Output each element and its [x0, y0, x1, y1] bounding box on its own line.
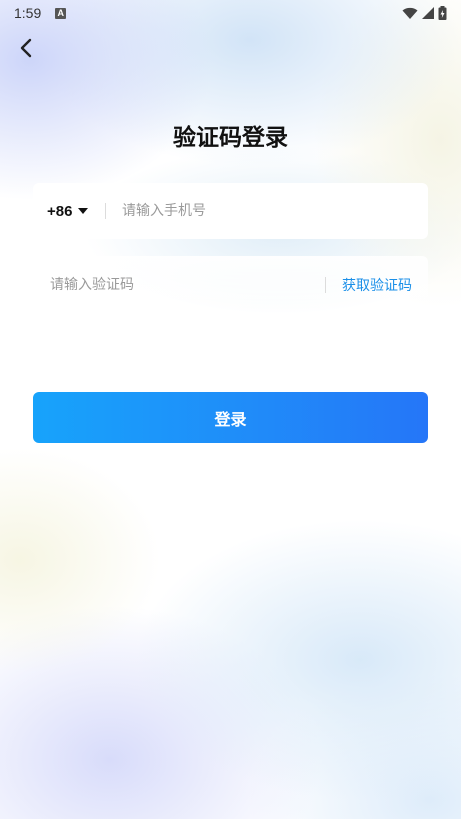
chevron-left-icon [20, 38, 32, 58]
country-code-label: +86 [47, 202, 73, 220]
country-code-selector[interactable]: +86 [33, 203, 105, 220]
wifi-icon [402, 7, 418, 19]
battery-icon [438, 6, 447, 20]
get-code-button[interactable]: 获取验证码 [326, 275, 428, 295]
code-field-card: 获取验证码 [33, 256, 428, 314]
back-button[interactable] [12, 34, 40, 62]
phone-field-card: +86 [33, 183, 428, 239]
status-icons [402, 6, 447, 20]
page-title: 验证码登录 [173, 125, 288, 151]
phone-input[interactable] [106, 183, 428, 239]
status-time: 1:59 [14, 5, 42, 21]
notification-icon: A [55, 7, 67, 19]
verification-code-input[interactable] [33, 256, 325, 314]
cell-signal-icon [422, 7, 434, 19]
status-bar: 1:59 A [0, 0, 461, 26]
caret-down-icon [78, 208, 89, 214]
login-button[interactable]: 登录 [33, 392, 428, 443]
